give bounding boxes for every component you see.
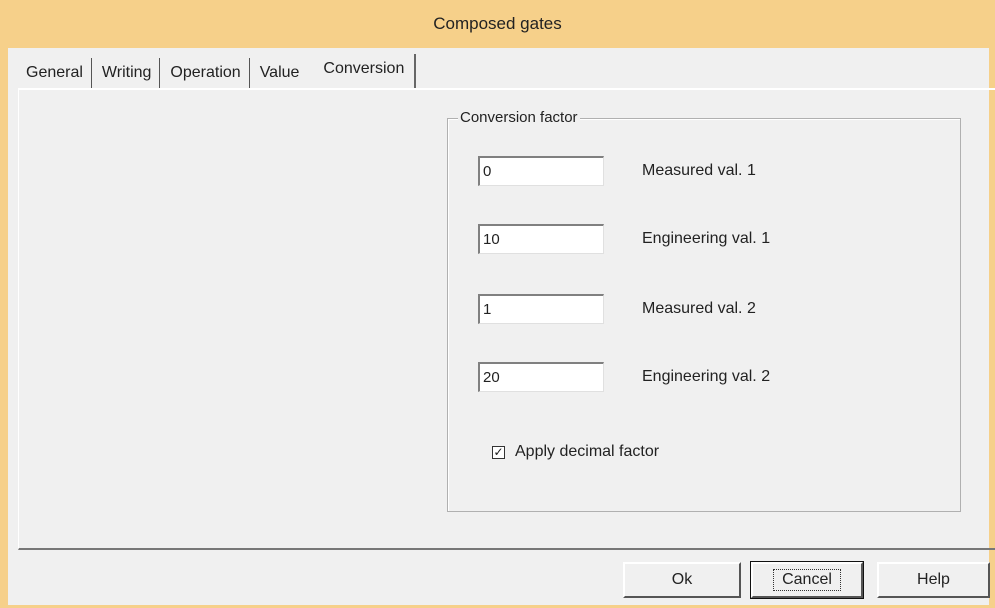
help-button[interactable]: Help — [877, 562, 990, 598]
title-bar[interactable]: Composed gates — [0, 0, 995, 48]
engineering-val-1-row: Engineering val. 1 — [478, 223, 770, 255]
engineering-val-2-label: Engineering val. 2 — [642, 368, 771, 385]
measured-val-1-label: Measured val. 1 — [642, 162, 756, 179]
window-title: Composed gates — [433, 14, 562, 33]
apply-decimal-label: Apply decimal factor — [515, 443, 660, 460]
measured-val-2-label: Measured val. 2 — [642, 300, 756, 317]
ok-button[interactable]: Ok — [623, 562, 741, 598]
engineering-val-1-input[interactable] — [478, 224, 604, 254]
checkmark-icon: ✓ — [493, 444, 504, 459]
conversion-factor-group: Conversion factor Measured val. 1 Engine… — [447, 109, 961, 512]
apply-decimal-checkbox[interactable]: ✓ — [492, 444, 505, 459]
tab-strip: General Writing Operation Value Conversi… — [16, 52, 417, 90]
tab-general[interactable]: General — [16, 58, 92, 90]
tab-operation[interactable]: Operation — [160, 58, 250, 90]
engineering-val-2-input[interactable] — [478, 362, 604, 392]
engineering-val-2-row: Engineering val. 2 — [478, 361, 770, 393]
engineering-val-1-label: Engineering val. 1 — [642, 230, 771, 247]
tab-writing[interactable]: Writing — [92, 58, 161, 90]
tab-panel-conversion: Conversion factor Measured val. 1 Engine… — [18, 88, 995, 550]
help-button-label: Help — [917, 571, 950, 588]
measured-val-1-row: Measured val. 1 — [478, 155, 756, 187]
cancel-button-label: Cancel — [773, 569, 841, 591]
measured-val-2-input[interactable] — [478, 294, 604, 324]
apply-decimal-row[interactable]: ✓ Apply decimal factor — [492, 443, 659, 461]
measured-val-2-row: Measured val. 2 — [478, 293, 756, 325]
tab-conversion[interactable]: Conversion — [307, 54, 417, 90]
tab-value[interactable]: Value — [250, 58, 308, 90]
cancel-button[interactable]: Cancel — [750, 561, 864, 599]
ok-button-label: Ok — [671, 571, 693, 588]
group-title: Conversion factor — [458, 109, 580, 126]
measured-val-1-input[interactable] — [478, 156, 604, 186]
dialog-window: Composed gates General Writing Operation… — [0, 0, 995, 608]
